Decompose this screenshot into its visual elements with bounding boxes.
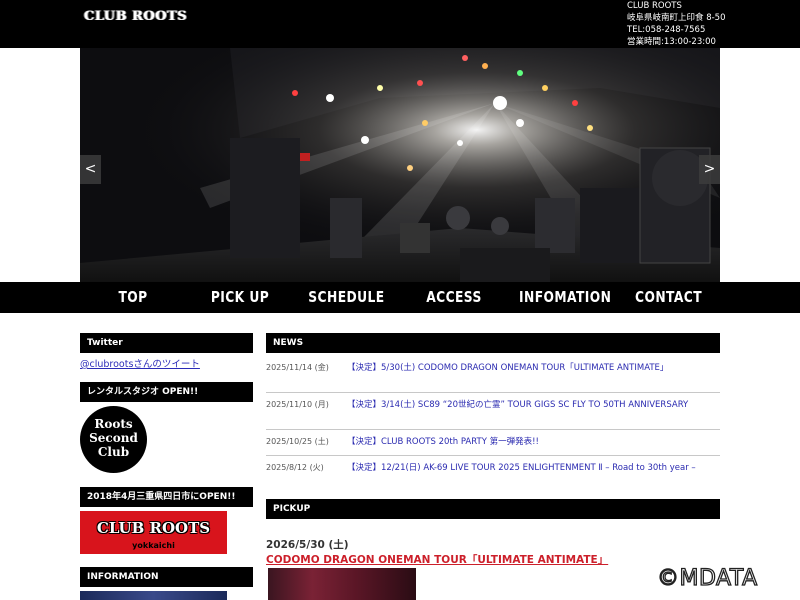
news-title-link[interactable]: 【決定】3/14(土) SC89 “20世紀の亡霊” TOUR GIGS SC … <box>347 399 697 411</box>
nav-contact[interactable]: CONTACT <box>635 282 702 313</box>
news-item: 2025/10/25 (土) 【決定】CLUB ROOTS 20th PARTY… <box>266 436 720 456</box>
news-item: 2025/8/12 (火) 【決定】12/21(日) AK-69 LIVE TO… <box>266 462 720 492</box>
information-banner[interactable] <box>80 591 227 600</box>
slider-next-button[interactable]: > <box>699 155 720 184</box>
news-heading: NEWS <box>266 333 720 353</box>
news-title-link[interactable]: 【決定】CLUB ROOTS 20th PARTY 第一弾発表!! <box>347 436 697 448</box>
venue-name: CLUB ROOTS <box>627 1 682 11</box>
nav-schedule[interactable]: SCHEDULE <box>308 282 384 313</box>
news-title-link[interactable]: 【決定】12/21(日) AK-69 LIVE TOUR 2025 ENLIGH… <box>347 462 697 474</box>
news-item: 2025/11/14 (金) 【決定】5/30(土) CODOMO DRAGON… <box>266 362 720 393</box>
main-nav: TOP PICK UP SCHEDULE ACCESS INFOMATION C… <box>0 282 800 313</box>
slider-prev-button[interactable]: < <box>80 155 101 184</box>
venue-hours: 営業時間:13:00-23:00 <box>627 37 716 47</box>
top-header: CLUB ROOTS CLUB ROOTS 岐阜県岐南町上印食 8-50 TEL… <box>0 0 800 48</box>
venue-phone: TEL:058-248-7565 <box>627 25 706 35</box>
nav-pick-up[interactable]: PICK UP <box>207 282 273 313</box>
pickup-heading: PICKUP <box>266 499 720 519</box>
information-heading: INFORMATION <box>80 567 253 587</box>
venue-info: CLUB ROOTS 岐阜県岐南町上印食 8-50 TEL:058-248-75… <box>627 0 726 48</box>
venue-address: 岐阜県岐南町上印食 8-50 <box>627 13 726 23</box>
yokkaichi-logo-text: CLUB ROOTS <box>96 519 211 537</box>
news-item: 2025/11/10 (月) 【決定】3/14(土) SC89 “20世紀の亡霊… <box>266 399 720 430</box>
pickup-date: 2026/5/30 (土) <box>266 539 349 551</box>
copyright-watermark: ©MDATA <box>656 565 758 591</box>
twitter-heading: Twitter <box>80 333 253 353</box>
news-date: 2025/10/25 (土) <box>266 437 329 446</box>
tweet-link[interactable]: @clubrootsさんのツイート <box>80 356 200 370</box>
nav-top[interactable]: TOP <box>104 282 161 313</box>
nav-access[interactable]: ACCESS <box>423 282 485 313</box>
club-roots-logo[interactable]: CLUB ROOTS <box>84 9 187 24</box>
club-roots-yokkaichi-banner[interactable]: CLUB ROOTS yokkaichi <box>80 511 227 554</box>
rental-studio-heading: レンタルスタジオ OPEN!! <box>80 382 253 402</box>
yokkaichi-sub-text: yokkaichi <box>132 541 175 550</box>
news-date: 2025/11/10 (月) <box>266 400 329 409</box>
logo-line-1: Roots <box>94 417 133 431</box>
pickup-image[interactable] <box>268 568 416 600</box>
news-date: 2025/11/14 (金) <box>266 363 329 372</box>
yokkaichi-heading: 2018年4月三重県四日市にOPEN!! <box>80 487 253 507</box>
nav-infomation[interactable]: INFOMATION <box>519 282 611 313</box>
news-date: 2025/8/12 (火) <box>266 463 324 472</box>
pickup-title-link[interactable]: CODOMO DRAGON ONEMAN TOUR「ULTIMATE ANTIM… <box>266 552 608 567</box>
roots-second-club-logo[interactable]: Roots Second Club <box>80 406 147 473</box>
news-title-link[interactable]: 【決定】5/30(土) CODOMO DRAGON ONEMAN TOUR「UL… <box>347 362 697 374</box>
logo-line-3: Club <box>97 445 130 459</box>
hero-slider: < > <box>80 48 720 282</box>
stage-photo <box>80 48 720 282</box>
logo-line-2: Second <box>89 431 138 445</box>
